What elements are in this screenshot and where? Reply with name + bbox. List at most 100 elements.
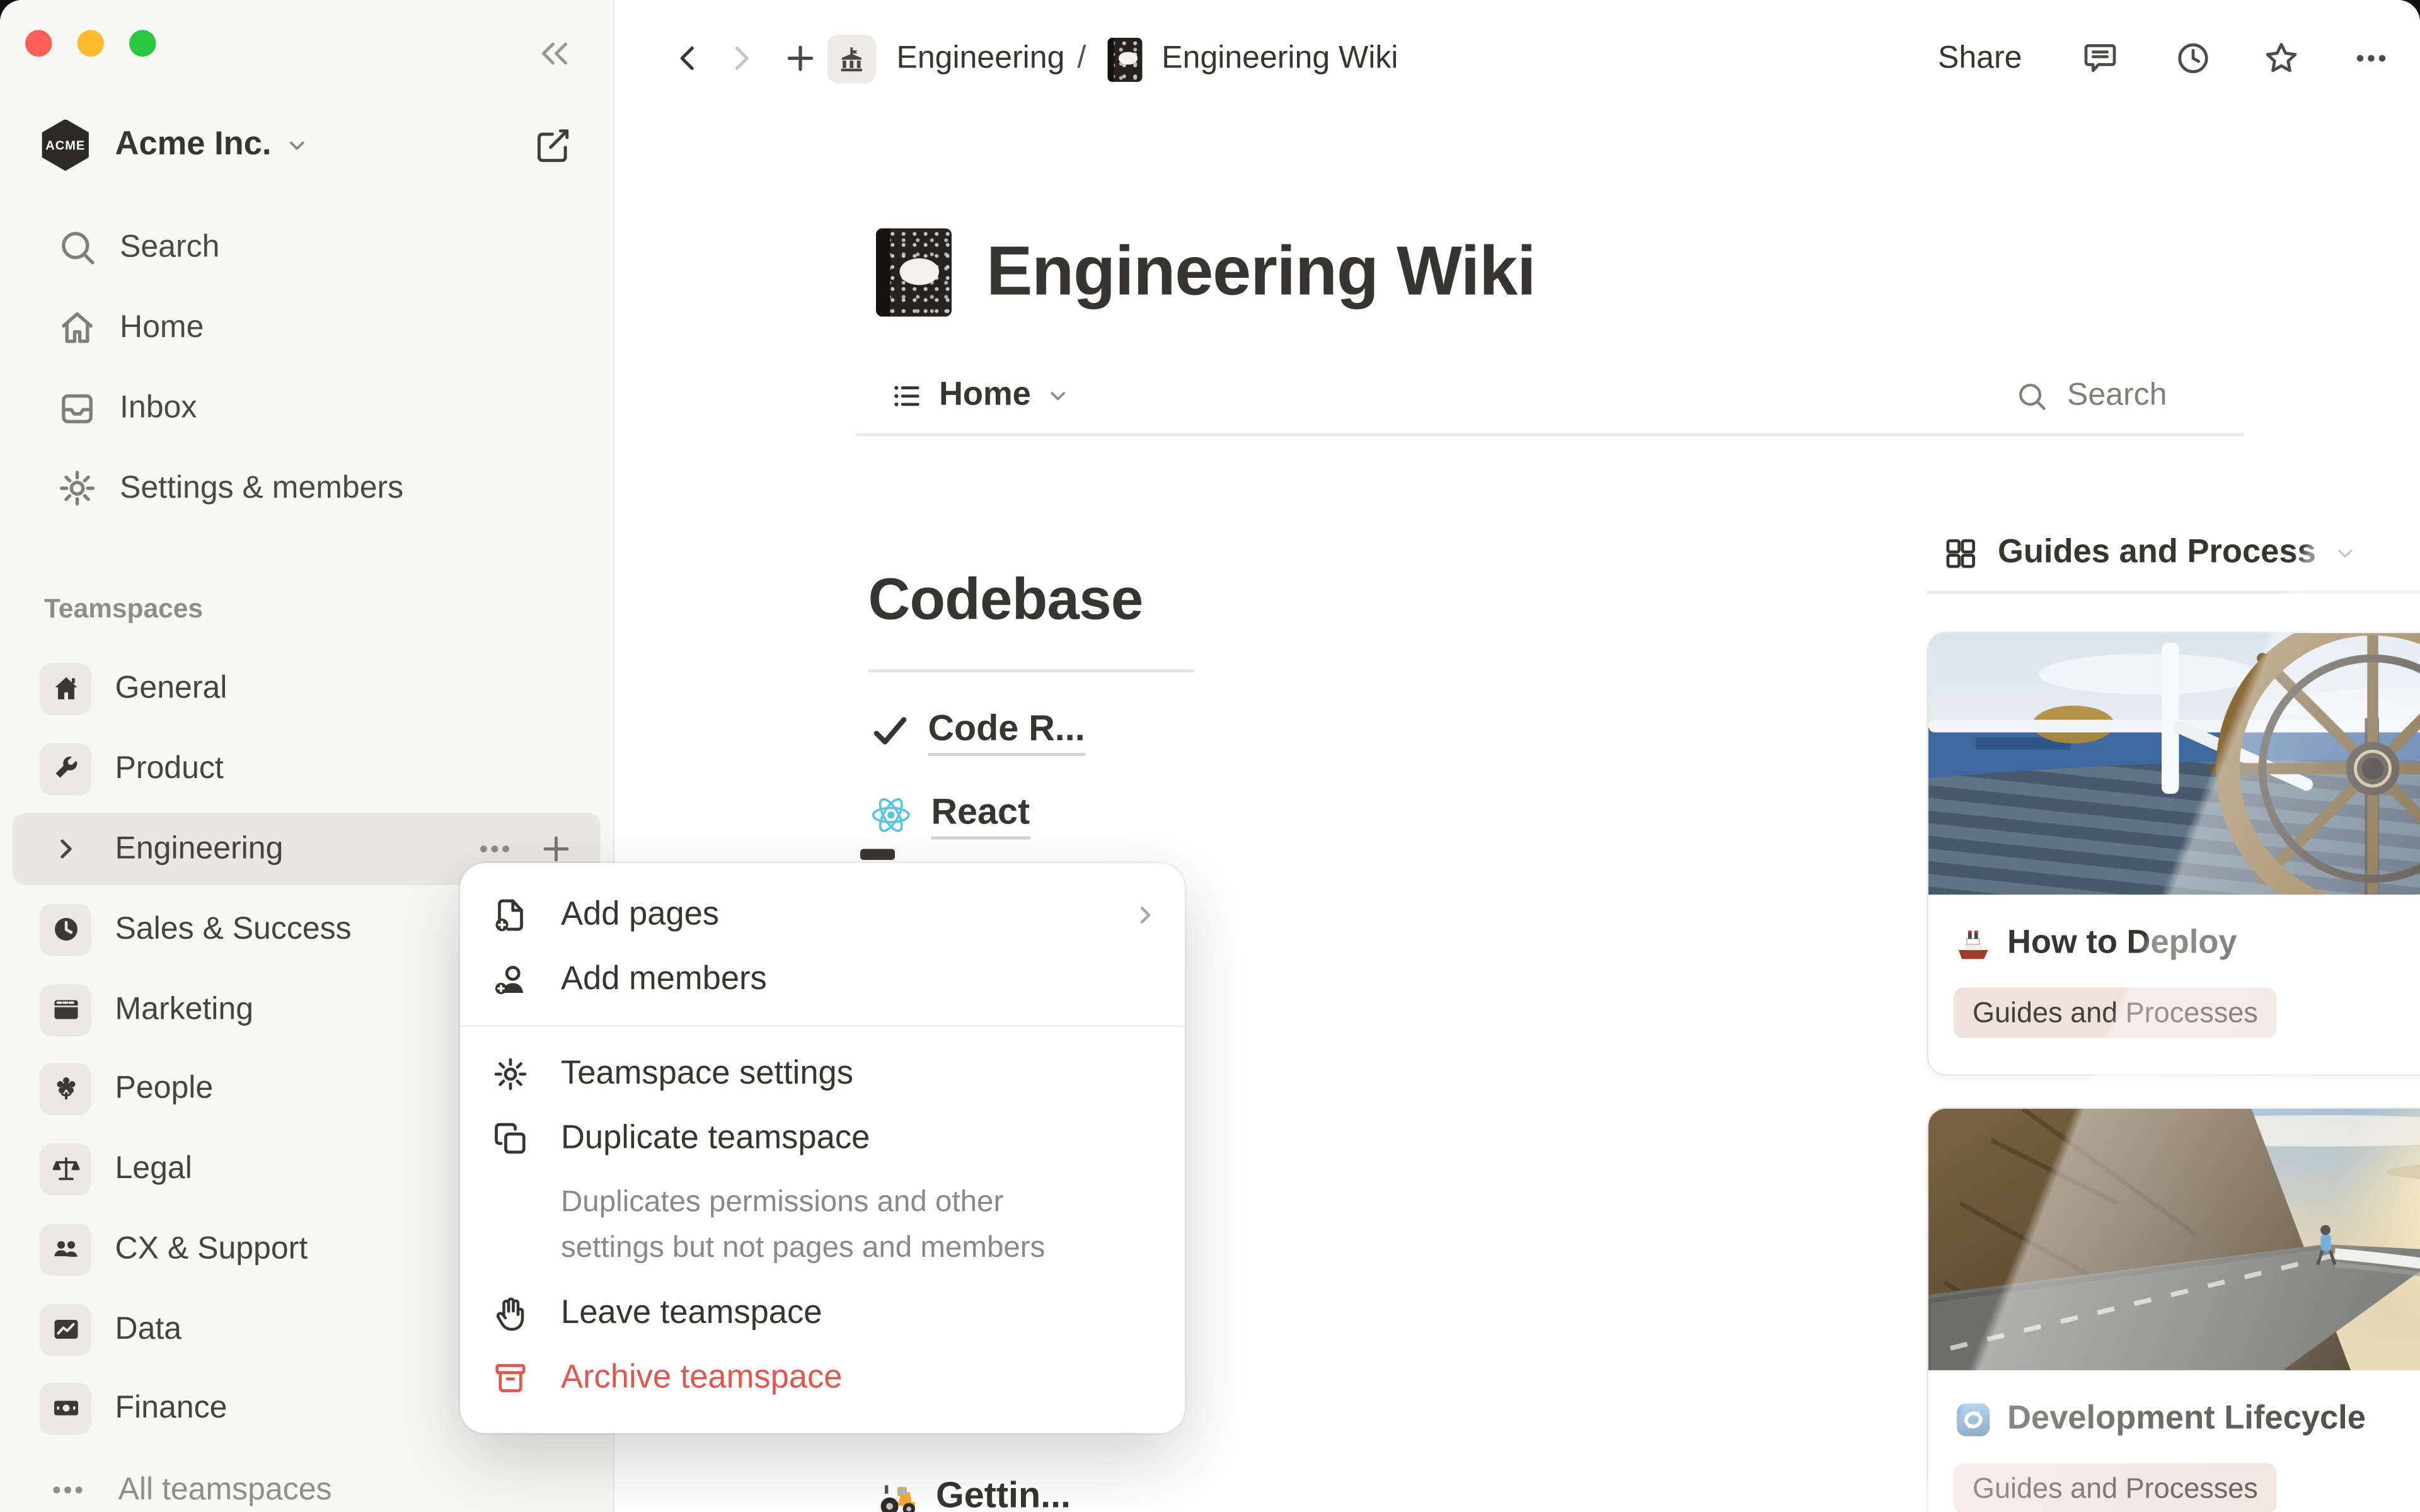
workspace-logo-text: ACME	[45, 138, 85, 152]
wrench-icon	[40, 743, 92, 795]
ellipsis-icon	[47, 1470, 88, 1511]
menu-item-archive-teamspace[interactable]: Archive teamspace	[460, 1345, 1185, 1410]
sidebar-item-label: Home	[120, 309, 204, 346]
card-tag: Guides and Processes	[1954, 1463, 2277, 1512]
breadcrumb-team[interactable]: Engineering	[897, 41, 1065, 77]
card-title-row: How to Deploy	[1954, 919, 2237, 969]
breadcrumb-page[interactable]: Engineering Wiki	[1161, 41, 1398, 77]
menu-item-teamspace-settings[interactable]: Teamspace settings	[460, 1041, 1185, 1106]
gallery-card-development-lifecycle[interactable]: Development Lifecycle Guides and Process…	[1927, 1108, 2420, 1512]
sidebar-item-all-teamspaces[interactable]: All teamspaces	[13, 1454, 601, 1512]
teamspace-building-icon[interactable]	[827, 35, 877, 84]
teamspace-label: Legal	[115, 1150, 192, 1187]
card-title-row: Development Lifecycle	[1954, 1394, 2366, 1445]
menu-item-leave-teamspace[interactable]: Leave teamspace	[460, 1281, 1185, 1346]
chevron-right-icon[interactable]	[50, 833, 82, 865]
scales-icon	[40, 1143, 92, 1195]
home-icon	[57, 307, 98, 348]
gallery-view-header[interactable]: Guides and Process	[1943, 526, 2357, 580]
workspace-switcher[interactable]: ACME Acme Inc.	[40, 117, 309, 173]
tab-divider	[856, 433, 2244, 436]
banknote-icon	[40, 1382, 92, 1435]
page-link-react[interactable]: React	[870, 786, 1030, 843]
page-icon-notebook-emoji[interactable]	[876, 229, 952, 317]
sidebar-item-home[interactable]: Home	[13, 293, 601, 362]
breadcrumb-separator: /	[1077, 41, 1086, 77]
page-link-label: Gettin...	[936, 1474, 1071, 1512]
sidebar-item-inbox[interactable]: Inbox	[13, 374, 601, 443]
teamspace-label: Product	[115, 750, 224, 787]
page-link-label: Code R...	[928, 706, 1085, 755]
teamspace-label: Engineering	[115, 831, 475, 868]
back-icon[interactable]	[671, 41, 706, 76]
ship-wheel-photo	[1928, 633, 2420, 895]
sidebar-item-label: Settings & members	[120, 470, 403, 507]
workspace-name: Acme Inc.	[115, 126, 272, 164]
flower-icon	[40, 1062, 92, 1114]
sidebar-item-search[interactable]: Search	[13, 213, 601, 282]
sidebar-item-label: Search	[120, 229, 219, 266]
codebase-title-underline	[868, 670, 1195, 672]
breadcrumb: Engineering / Engineering Wiki	[827, 33, 1398, 86]
coastal-road-photo	[1928, 1109, 2420, 1370]
card-tag: Guides and Processes	[1954, 988, 2277, 1038]
gallery-card-how-to-deploy[interactable]: How to Deploy Guides and Processes	[1927, 632, 2420, 1076]
teamspace-label: Sales & Success	[115, 911, 352, 948]
favorite-star-icon[interactable]	[2262, 40, 2300, 77]
teamspace-label: Finance	[115, 1390, 228, 1426]
comments-icon[interactable]	[2082, 40, 2119, 77]
clock-icon	[40, 903, 92, 956]
history-clock-icon[interactable]	[2174, 40, 2212, 77]
teamspace-label: People	[115, 1070, 214, 1107]
close-window-button[interactable]	[25, 30, 52, 57]
more-options-icon[interactable]	[2353, 40, 2390, 77]
chevron-down-icon	[2333, 541, 2357, 565]
sidebar-item-product[interactable]: Product	[13, 733, 601, 805]
menu-item-add-members[interactable]: Add members	[460, 947, 1185, 1012]
search-icon	[57, 227, 98, 268]
view-tab-label: Home	[939, 377, 1031, 415]
page-link-getting-started[interactable]: Gettin...	[876, 1468, 1071, 1512]
menu-item-duplicate-teamspace[interactable]: Duplicate teamspace	[460, 1106, 1185, 1171]
database-search[interactable]: Search	[2015, 369, 2167, 422]
teamspace-label: General	[115, 670, 228, 707]
recycle-emoji	[1954, 1399, 1993, 1439]
page-title[interactable]: Engineering Wiki	[986, 233, 1535, 312]
zoom-window-button[interactable]	[129, 30, 156, 57]
menu-item-description: Duplicates permissions and other setting…	[561, 1180, 1105, 1271]
teamspace-context-menu: Add pages Add members Teamspace settings…	[460, 863, 1185, 1433]
add-page-plus-icon[interactable]	[538, 830, 575, 868]
notebook-emoji	[1108, 37, 1143, 81]
sidebar-item-general[interactable]: General	[13, 652, 601, 724]
menu-divider	[460, 1026, 1185, 1028]
gallery-divider	[1927, 591, 2420, 593]
minimize-window-button[interactable]	[78, 30, 105, 57]
people-icon	[40, 1223, 92, 1275]
view-tab-home[interactable]: Home	[890, 369, 1071, 422]
tractor-emoji	[876, 1476, 920, 1512]
house-icon	[40, 662, 92, 714]
workspace-logo: ACME	[40, 119, 92, 171]
page-link-label: React	[931, 790, 1030, 839]
teamspace-label: Marketing	[115, 992, 254, 1028]
double-chevron-left-icon[interactable]	[536, 35, 573, 72]
sidebar-item-label: Inbox	[120, 390, 197, 427]
menu-item-add-pages[interactable]: Add pages	[460, 882, 1185, 947]
new-tab-plus-icon[interactable]	[781, 40, 819, 77]
share-button[interactable]: Share	[1938, 41, 2022, 77]
forward-icon[interactable]	[723, 41, 758, 76]
database-search-label: Search	[2067, 377, 2167, 414]
page-link-code-review[interactable]: Code R...	[870, 702, 1085, 759]
hidden-page-link-stub	[860, 849, 895, 861]
codebase-column-title[interactable]: Codebase	[868, 567, 1143, 633]
check-icon	[870, 711, 911, 752]
chevron-down-icon	[285, 133, 309, 157]
clapperboard-icon	[40, 983, 92, 1036]
new-page-compose-button[interactable]	[533, 126, 572, 166]
card-title: Development Lifecycle	[2007, 1400, 2366, 1438]
sidebar-item-settings[interactable]: Settings & members	[13, 454, 601, 523]
submenu-chevron-icon	[1131, 900, 1160, 929]
traffic-lights	[25, 30, 156, 57]
notion-window: ACME Acme Inc. Search Home Inbox Setting…	[0, 0, 2420, 1512]
chevron-down-icon	[1047, 384, 1071, 408]
